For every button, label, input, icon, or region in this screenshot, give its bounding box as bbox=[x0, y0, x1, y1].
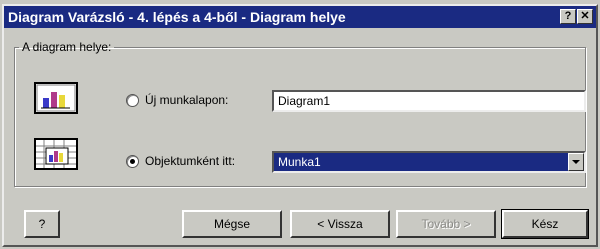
new-sheet-label: Új munkalapon: bbox=[145, 93, 229, 107]
as-object-label: Objektumként itt: bbox=[145, 154, 236, 168]
back-button[interactable]: < Vissza bbox=[290, 210, 390, 238]
as-object-option[interactable]: Objektumként itt: bbox=[126, 154, 235, 168]
embedded-chart-icon bbox=[34, 138, 78, 170]
new-sheet-radio[interactable] bbox=[126, 93, 139, 107]
close-button[interactable]: ✕ bbox=[577, 9, 593, 24]
wizard-help-button[interactable]: ? bbox=[24, 210, 60, 238]
finish-button[interactable]: Kész bbox=[501, 209, 589, 239]
title-bar: Diagram Varázsló - 4. lépés a 4-ből - Di… bbox=[4, 6, 596, 28]
new-sheet-name-input[interactable] bbox=[272, 90, 586, 112]
dropdown-arrow-icon[interactable] bbox=[568, 153, 584, 171]
as-object-radio[interactable] bbox=[126, 154, 139, 168]
sheet-select-value: Munka1 bbox=[278, 155, 321, 169]
chart-wizard-dialog: Diagram Varázsló - 4. lépés a 4-ből - Di… bbox=[2, 4, 598, 247]
new-sheet-chart-icon bbox=[34, 82, 78, 114]
next-button[interactable]: Tovább > bbox=[396, 210, 496, 238]
title-help-button[interactable]: ? bbox=[560, 9, 576, 24]
new-sheet-option[interactable]: Új munkalapon: bbox=[126, 93, 228, 107]
sheet-select[interactable]: Munka1 bbox=[272, 151, 586, 173]
cancel-button[interactable]: Mégse bbox=[182, 210, 282, 238]
window-title: Diagram Varázsló - 4. lépés a 4-ből - Di… bbox=[8, 9, 346, 25]
group-legend: A diagram helye: bbox=[22, 40, 112, 54]
